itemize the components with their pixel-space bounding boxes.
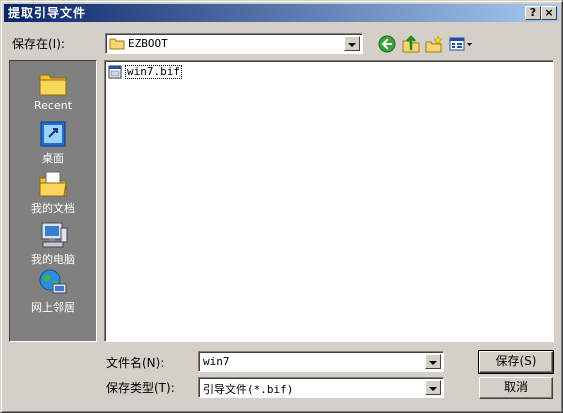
save-in-combo[interactable]: EZBOOT (105, 33, 363, 54)
place-label: 我的电脑 (31, 253, 75, 266)
dialog-title: 提取引导文件 (8, 6, 87, 20)
up-folder-icon[interactable] (401, 34, 421, 54)
places-bar: Recent 桌面 我的文档 我的电脑 网上邻居 (9, 60, 97, 342)
cancel-button[interactable]: 取消 (479, 377, 553, 399)
filetype-select[interactable]: 引导文件(*.bif) (198, 377, 444, 398)
title-bar[interactable]: 提取引导文件 ? × (4, 4, 559, 22)
place-my-computer[interactable]: 我的电脑 (10, 219, 96, 267)
filename-dropdown-button[interactable] (425, 354, 441, 369)
save-dialog: 提取引导文件 ? × 保存在(I): EZBOOT Recent 桌面 我的文档… (0, 0, 563, 413)
file-list[interactable]: win7.bif (104, 60, 554, 342)
file-icon (108, 65, 122, 82)
save-in-value: EZBOOT (128, 37, 168, 50)
filename-input[interactable]: win7 (198, 351, 444, 372)
place-label: Recent (33, 99, 73, 112)
save-button[interactable]: 保存(S) (478, 350, 554, 374)
my-documents-icon (10, 169, 96, 199)
file-name: win7.bif (125, 65, 182, 79)
help-button[interactable]: ? (525, 6, 541, 20)
new-folder-icon[interactable] (424, 34, 444, 54)
place-network[interactable]: 网上邻居 (10, 267, 96, 315)
close-button[interactable]: × (541, 6, 557, 20)
filetype-label: 保存类型(T): (106, 381, 175, 395)
filename-label: 文件名(N): (106, 356, 165, 370)
place-label: 我的文档 (31, 202, 75, 215)
save-in-label: 保存在(I): (12, 37, 65, 51)
place-my-documents[interactable]: 我的文档 (10, 168, 96, 216)
view-menu-icon[interactable] (448, 34, 474, 54)
filetype-value: 引导文件(*.bif) (203, 383, 294, 396)
place-desktop[interactable]: 桌面 (10, 118, 96, 166)
filename-value: win7 (203, 355, 230, 368)
folder-icon (109, 36, 125, 53)
my-computer-icon (10, 220, 96, 250)
place-label: 网上邻居 (31, 301, 75, 314)
desktop-icon (10, 119, 96, 149)
network-icon (10, 268, 96, 298)
place-recent[interactable]: Recent (10, 67, 96, 112)
save-in-dropdown-button[interactable] (344, 36, 360, 51)
back-icon[interactable] (377, 34, 397, 54)
place-label: 桌面 (42, 152, 64, 165)
recent-icon (10, 68, 96, 98)
filetype-dropdown-button[interactable] (425, 380, 441, 395)
